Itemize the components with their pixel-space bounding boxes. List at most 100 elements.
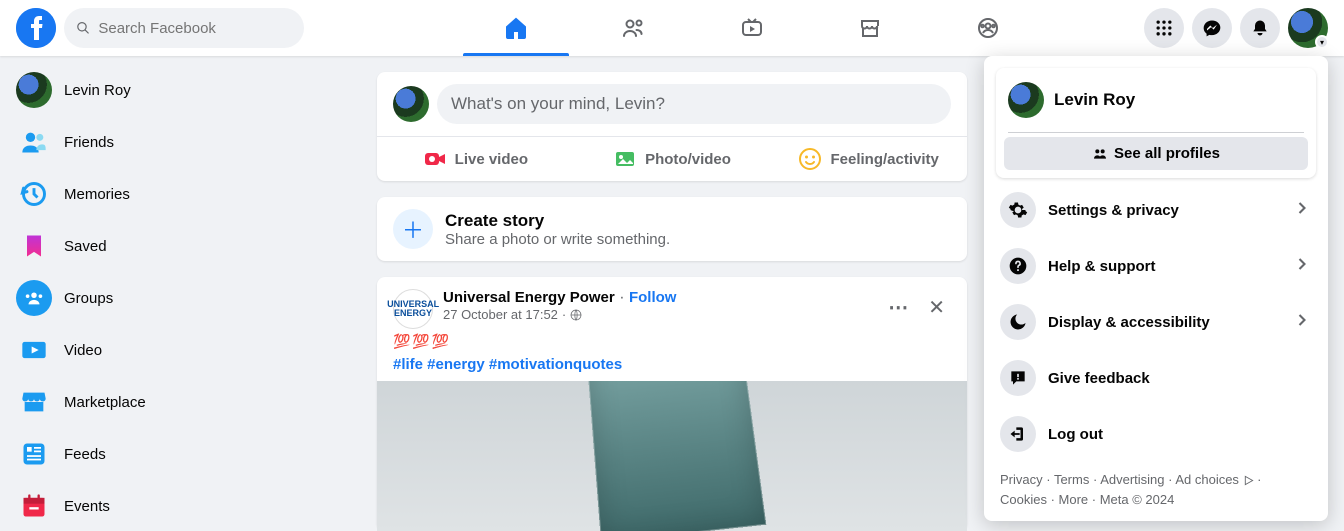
facebook-logo[interactable] (16, 8, 56, 48)
sidebar-item-label: Friends (64, 134, 114, 151)
sidebar-item-label: Events (64, 498, 110, 515)
post-body: 💯💯💯 #life #energy #motivationquotes (377, 333, 967, 381)
post-image[interactable] (377, 381, 967, 531)
sidebar-item-memories[interactable]: Memories (8, 168, 352, 220)
menu-item-feedback[interactable]: Give feedback (992, 350, 1320, 406)
menu-item-help[interactable]: Help & support (992, 238, 1320, 294)
post-close-button[interactable]: ✕ (922, 289, 951, 326)
post-hashtags[interactable]: #life #energy #motivationquotes (393, 356, 951, 373)
live-video-button[interactable]: Live video (377, 137, 574, 181)
sidebar-item-saved[interactable]: Saved (8, 220, 352, 272)
menu-item-logout[interactable]: Log out (992, 406, 1320, 462)
divider (1008, 132, 1304, 133)
nav-marketplace[interactable] (815, 0, 925, 56)
footer-copyright: Meta © 2024 (1100, 492, 1175, 507)
messenger-button[interactable] (1192, 8, 1232, 48)
left-sidebar: Levin Roy Friends Memories Saved Groups … (0, 56, 360, 519)
post-follow-link[interactable]: Follow (629, 289, 677, 306)
search-icon (76, 20, 90, 36)
search-box[interactable] (64, 8, 304, 48)
live-video-icon (423, 147, 447, 171)
header-nav (360, 0, 1144, 56)
composer-actions: Live video Photo/video Feeling/activity (377, 137, 967, 181)
profile-card: Levin Roy See all profiles (996, 68, 1316, 178)
sidebar-item-friends[interactable]: Friends (8, 116, 352, 168)
nav-friends[interactable] (579, 0, 689, 56)
nav-home[interactable] (461, 0, 571, 56)
live-video-label: Live video (455, 151, 528, 168)
avatar-icon (1008, 82, 1044, 118)
menu-item-label: Settings & privacy (1048, 202, 1280, 219)
sidebar-item-label: Feeds (64, 446, 106, 463)
menu-item-label: Give feedback (1048, 370, 1312, 387)
feeling-label: Feeling/activity (830, 151, 938, 168)
sidebar-item-marketplace[interactable]: Marketplace (8, 376, 352, 428)
sidebar-item-feeds[interactable]: Feeds (8, 428, 352, 480)
menu-item-settings[interactable]: Settings & privacy (992, 182, 1320, 238)
post-page-avatar[interactable]: UNIVERSAL ENERGY (393, 289, 433, 329)
post-more-button[interactable]: ⋯ (882, 289, 914, 326)
globe-icon (570, 309, 582, 321)
footer-link-cookies[interactable]: Cookies (1000, 492, 1047, 507)
plus-icon: ＋ (393, 209, 433, 249)
post-header-actions: ⋯ ✕ (882, 289, 951, 326)
composer-prompt[interactable]: What's on your mind, Levin? (437, 84, 951, 124)
notifications-button[interactable] (1240, 8, 1280, 48)
grid-icon (1154, 18, 1174, 38)
photo-video-button[interactable]: Photo/video (574, 137, 771, 181)
account-menu-panel: Levin Roy See all profiles Settings & pr… (984, 56, 1328, 521)
footer-link-more[interactable]: More (1059, 492, 1089, 507)
footer-link-privacy[interactable]: Privacy (1000, 472, 1043, 487)
composer-card: What's on your mind, Levin? Live video P… (377, 72, 967, 181)
profile-link[interactable]: Levin Roy (1000, 72, 1312, 128)
create-story-title: Create story (445, 211, 670, 231)
caret-down-icon: ▾ (1315, 35, 1329, 49)
sidebar-item-label: Memories (64, 186, 130, 203)
photo-video-label: Photo/video (645, 151, 731, 168)
sidebar-item-label: Video (64, 342, 102, 359)
menu-item-display[interactable]: Display & accessibility (992, 294, 1320, 350)
menu-grid-button[interactable] (1144, 8, 1184, 48)
post-emoji-row: 💯💯💯 (393, 333, 951, 350)
search-input[interactable] (98, 20, 292, 37)
sidebar-item-label: Saved (64, 238, 107, 255)
sidebar-item-groups[interactable]: Groups (8, 272, 352, 324)
building-illustration (584, 381, 766, 531)
messenger-icon (1202, 18, 1222, 38)
feed-post: UNIVERSAL ENERGY Universal Energy Power … (377, 277, 967, 531)
composer-avatar[interactable] (393, 86, 429, 122)
menu-item-label: Display & accessibility (1048, 314, 1280, 331)
sidebar-item-video[interactable]: Video (8, 324, 352, 376)
saved-icon (16, 228, 52, 264)
logout-icon (1000, 416, 1036, 452)
sidebar-item-label: Marketplace (64, 394, 146, 411)
sidebar-item-events[interactable]: Events (8, 480, 352, 519)
account-avatar-button[interactable]: ▾ (1288, 8, 1328, 48)
menu-item-label: Log out (1048, 426, 1312, 443)
post-header: UNIVERSAL ENERGY Universal Energy Power … (377, 277, 967, 333)
feeling-button[interactable]: Feeling/activity (770, 137, 967, 181)
moon-icon (1000, 304, 1036, 340)
create-story-subtitle: Share a photo or write something. (445, 231, 670, 248)
video-icon (16, 332, 52, 368)
footer-link-adchoices[interactable]: Ad choices (1175, 472, 1239, 487)
footer-link-advertising[interactable]: Advertising (1100, 472, 1164, 487)
footer-link-terms[interactable]: Terms (1054, 472, 1089, 487)
nav-video[interactable] (697, 0, 807, 56)
feed-column: What's on your mind, Levin? Live video P… (377, 56, 967, 519)
events-icon (16, 488, 52, 519)
help-icon (1000, 248, 1036, 284)
create-story-card[interactable]: ＋ Create story Share a photo or write so… (377, 197, 967, 261)
feeds-icon (16, 436, 52, 472)
sidebar-item-profile[interactable]: Levin Roy (8, 64, 352, 116)
nav-groups[interactable] (933, 0, 1043, 56)
groups-icon (16, 280, 52, 316)
chevron-right-icon (1292, 254, 1312, 279)
bell-icon (1250, 18, 1270, 38)
post-page-name[interactable]: Universal Energy Power (443, 289, 615, 306)
post-timestamp[interactable]: 27 October at 17:52 · (443, 307, 872, 322)
avatar-icon (16, 72, 52, 108)
sidebar-item-label: Groups (64, 290, 113, 307)
see-all-profiles-button[interactable]: See all profiles (1004, 137, 1308, 170)
menu-item-label: Help & support (1048, 258, 1280, 275)
